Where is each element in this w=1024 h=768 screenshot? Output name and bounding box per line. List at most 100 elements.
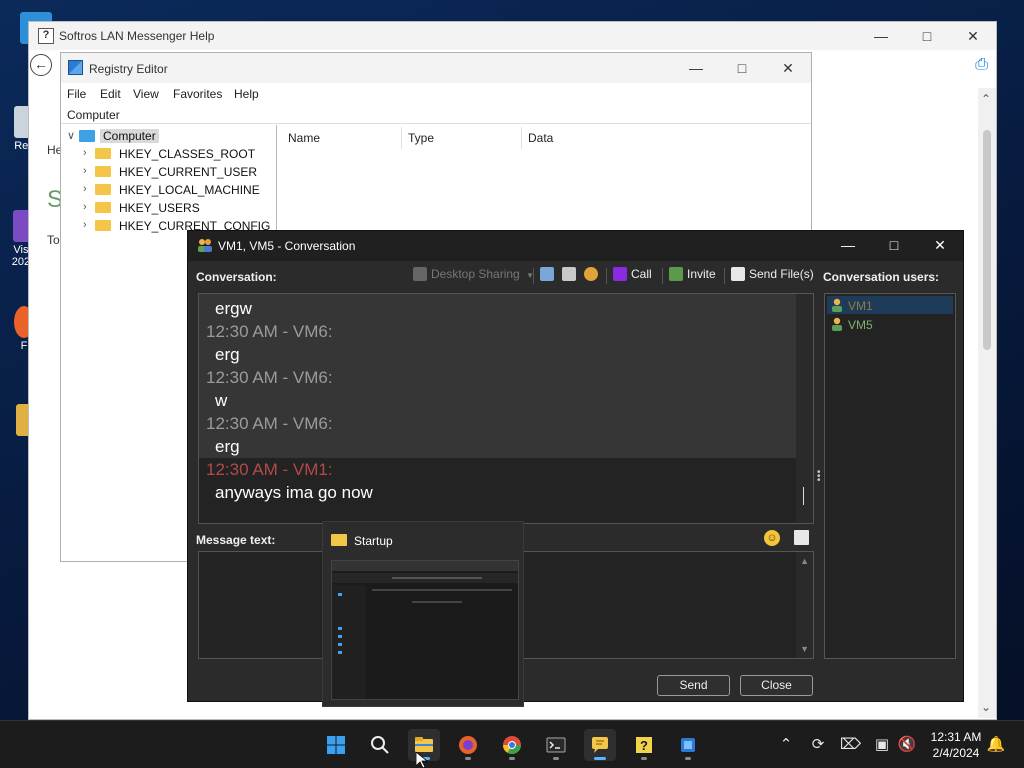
maximize-button[interactable]: □ xyxy=(719,53,765,83)
toolbar-separator xyxy=(533,268,534,284)
svg-text:?: ? xyxy=(640,738,648,753)
settings-button[interactable] xyxy=(584,267,602,287)
tree-item-hkey-classes-root[interactable]: › HKEY_CLASSES_ROOT xyxy=(83,145,273,163)
close-button[interactable]: ✕ xyxy=(917,231,963,259)
help-title-bar[interactable]: ? Softros LAN Messenger Help — □ ✕ xyxy=(29,22,996,50)
show-hidden-icons-chevron-up-icon[interactable]: ⌃ xyxy=(776,735,796,755)
taskbar-chrome[interactable] xyxy=(496,729,528,761)
user-name: VM5 xyxy=(848,318,873,332)
minimize-button[interactable]: — xyxy=(858,22,904,50)
taskbar-help[interactable]: ? xyxy=(628,729,660,761)
taskbar-network-tool[interactable] xyxy=(672,729,704,761)
desktop-sharing-button[interactable]: Desktop Sharing ▼ xyxy=(413,267,534,287)
conversation-title-bar[interactable]: VM1, VM5 - Conversation — □ ✕ xyxy=(188,231,963,261)
chevron-right-icon[interactable]: › xyxy=(83,201,87,213)
history-button[interactable] xyxy=(540,267,558,287)
user-item-vm1[interactable]: VM1 xyxy=(827,296,953,314)
call-label: Call xyxy=(631,267,652,281)
send-file-icon xyxy=(731,267,745,281)
volume-muted-icon[interactable]: 🔇 xyxy=(897,735,917,755)
tree-item-hkey-users[interactable]: › HKEY_USERS xyxy=(83,199,273,217)
chevron-down-icon[interactable]: ∨ xyxy=(67,129,75,142)
chevron-right-icon[interactable]: › xyxy=(83,219,87,231)
menu-view[interactable]: View xyxy=(133,87,159,101)
users-icon xyxy=(198,239,212,252)
column-separator[interactable] xyxy=(521,127,522,149)
toolbar-separator xyxy=(662,268,663,284)
conversation-log[interactable]: ergw 12:30 AM - VM6: erg 12:30 AM - VM6:… xyxy=(198,293,814,524)
desktop-sharing-label: Desktop Sharing xyxy=(431,267,520,281)
tree-item-hkey-local-machine[interactable]: › HKEY_LOCAL_MACHINE xyxy=(83,181,273,199)
minimize-button[interactable]: — xyxy=(825,231,871,259)
tree-item-hkey-current-user[interactable]: › HKEY_CURRENT_USER xyxy=(83,163,273,181)
maximize-button[interactable]: □ xyxy=(871,231,917,259)
print-button[interactable]: ⎙ xyxy=(975,56,988,74)
close-button[interactable]: ✕ xyxy=(765,53,811,83)
help-scrollbar[interactable]: ⌃ ⌄ xyxy=(978,88,996,718)
search-button[interactable] xyxy=(364,729,396,761)
conversation-scrollbar[interactable] xyxy=(796,294,813,523)
chevron-right-icon[interactable]: › xyxy=(83,183,87,195)
notification-bell-icon[interactable]: 🔔 xyxy=(986,735,1006,755)
preview-thumbnail[interactable] xyxy=(331,560,519,700)
log-button[interactable] xyxy=(562,267,580,287)
close-dialog-button[interactable]: Close xyxy=(740,675,813,696)
back-button[interactable]: ← xyxy=(30,54,52,76)
text-caret xyxy=(803,487,804,505)
thumb-nav-dot xyxy=(338,643,342,646)
message-text: anyways ima go now xyxy=(215,483,373,502)
maximize-button[interactable]: □ xyxy=(904,22,950,50)
column-header-data[interactable]: Data xyxy=(528,131,553,147)
column-separator[interactable] xyxy=(401,127,402,149)
registry-app-icon xyxy=(68,60,83,75)
search-icon xyxy=(371,736,389,754)
arrow-left-icon: ← xyxy=(34,56,48,72)
scroll-down-icon[interactable]: ⌄ xyxy=(981,700,991,714)
invite-button[interactable]: Invite xyxy=(669,267,716,287)
send-button[interactable]: Send xyxy=(657,675,730,696)
conversation-window: VM1, VM5 - Conversation — □ ✕ Conversati… xyxy=(187,230,964,702)
tree-item-computer[interactable]: ∨ Computer xyxy=(67,127,267,145)
registry-title-bar[interactable]: Registry Editor — □ ✕ xyxy=(61,53,811,83)
menu-help[interactable]: Help xyxy=(234,87,259,101)
close-button[interactable]: ✕ xyxy=(950,22,996,50)
format-button[interactable] xyxy=(794,530,809,545)
scroll-down-icon[interactable]: ▼ xyxy=(800,644,809,654)
menu-favorites[interactable]: Favorites xyxy=(173,87,222,101)
network-disconnected-icon[interactable]: ⌦ xyxy=(840,735,861,755)
taskbar-softros-messenger[interactable] xyxy=(584,729,616,761)
computer-icon xyxy=(79,130,95,142)
thumb-nav-dot xyxy=(338,651,342,654)
user-item-vm5[interactable]: VM5 xyxy=(827,315,953,333)
send-files-label: Send File(s) xyxy=(749,267,814,281)
display-icon[interactable]: ▣ xyxy=(872,735,892,755)
scroll-up-icon[interactable]: ▲ xyxy=(800,556,809,566)
menu-edit[interactable]: Edit xyxy=(100,87,121,101)
scroll-thumb[interactable] xyxy=(983,130,991,350)
chevron-right-icon[interactable]: › xyxy=(83,147,87,159)
start-button[interactable] xyxy=(320,729,352,761)
scroll-up-icon[interactable]: ⌃ xyxy=(981,92,991,106)
emoji-button[interactable]: ☺ xyxy=(764,530,780,546)
thumb-line xyxy=(392,577,482,579)
sync-icon[interactable]: ⟳ xyxy=(808,735,828,755)
splitter-handle[interactable]: • • • xyxy=(817,468,821,486)
taskbar-clock[interactable]: 12:31 AM 2/4/2024 xyxy=(922,729,990,761)
taskbar: ? ⌃ ⟳ ⌦ ▣ 🔇 12:31 AM 2/4/2024 🔔 xyxy=(0,720,1024,768)
taskbar-firefox[interactable] xyxy=(452,729,484,761)
minimize-button[interactable]: — xyxy=(673,53,719,83)
registry-window-title: Registry Editor xyxy=(89,62,168,76)
registry-address-bar[interactable]: Computer xyxy=(61,104,811,124)
column-header-name[interactable]: Name xyxy=(288,131,320,147)
send-files-button[interactable]: Send File(s) xyxy=(731,267,814,287)
column-header-type[interactable]: Type xyxy=(408,131,434,147)
help-window-title: Softros LAN Messenger Help xyxy=(59,29,215,43)
firefox-icon xyxy=(459,736,477,754)
call-button[interactable]: Call xyxy=(613,267,652,287)
chevron-right-icon[interactable]: › xyxy=(83,165,87,177)
users-list[interactable]: VM1 VM5 xyxy=(824,293,956,659)
message-input-scrollbar[interactable]: ▲ ▼ xyxy=(796,552,813,658)
menu-file[interactable]: File xyxy=(67,87,86,101)
taskbar-thumbnail-preview[interactable]: Startup xyxy=(322,521,524,707)
taskbar-terminal[interactable] xyxy=(540,729,572,761)
